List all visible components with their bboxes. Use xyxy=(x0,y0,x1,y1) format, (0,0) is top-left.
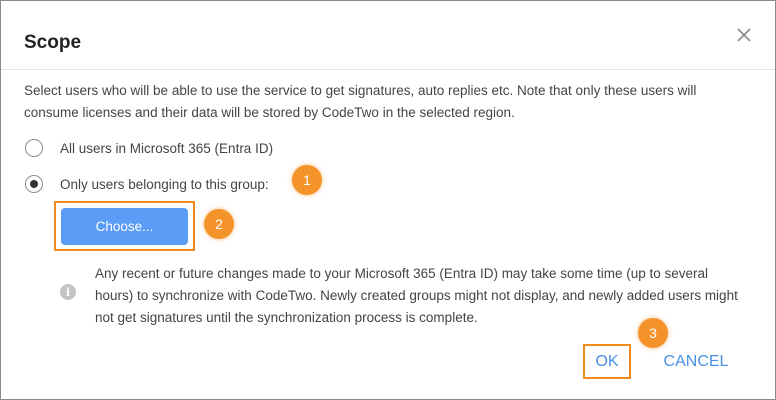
radio-label-group: Only users belonging to this group: xyxy=(60,176,269,192)
scope-dialog: Scope Select users who will be able to u… xyxy=(0,0,776,400)
header-divider xyxy=(1,69,775,70)
dialog-description: Select users who will be able to use the… xyxy=(24,83,697,120)
radio-button-all-users[interactable] xyxy=(25,139,43,157)
radio-option-group[interactable]: Only users belonging to this group: xyxy=(25,175,269,193)
close-icon[interactable] xyxy=(734,25,754,45)
ok-button[interactable]: OK xyxy=(585,346,629,377)
radio-option-all-users[interactable]: All users in Microsoft 365 (Entra ID) xyxy=(25,139,273,157)
cancel-button[interactable]: CANCEL xyxy=(655,346,737,377)
step-badge-2: 2 xyxy=(204,209,234,239)
step-badge-1: 1 xyxy=(292,165,322,195)
info-icon: i xyxy=(60,284,76,300)
radio-label-all-users: All users in Microsoft 365 (Entra ID) xyxy=(60,140,274,156)
dialog-title: Scope xyxy=(24,32,82,53)
step-badge-3: 3 xyxy=(638,318,668,348)
choose-button[interactable]: Choose... xyxy=(61,208,188,245)
radio-button-group[interactable] xyxy=(25,175,43,193)
